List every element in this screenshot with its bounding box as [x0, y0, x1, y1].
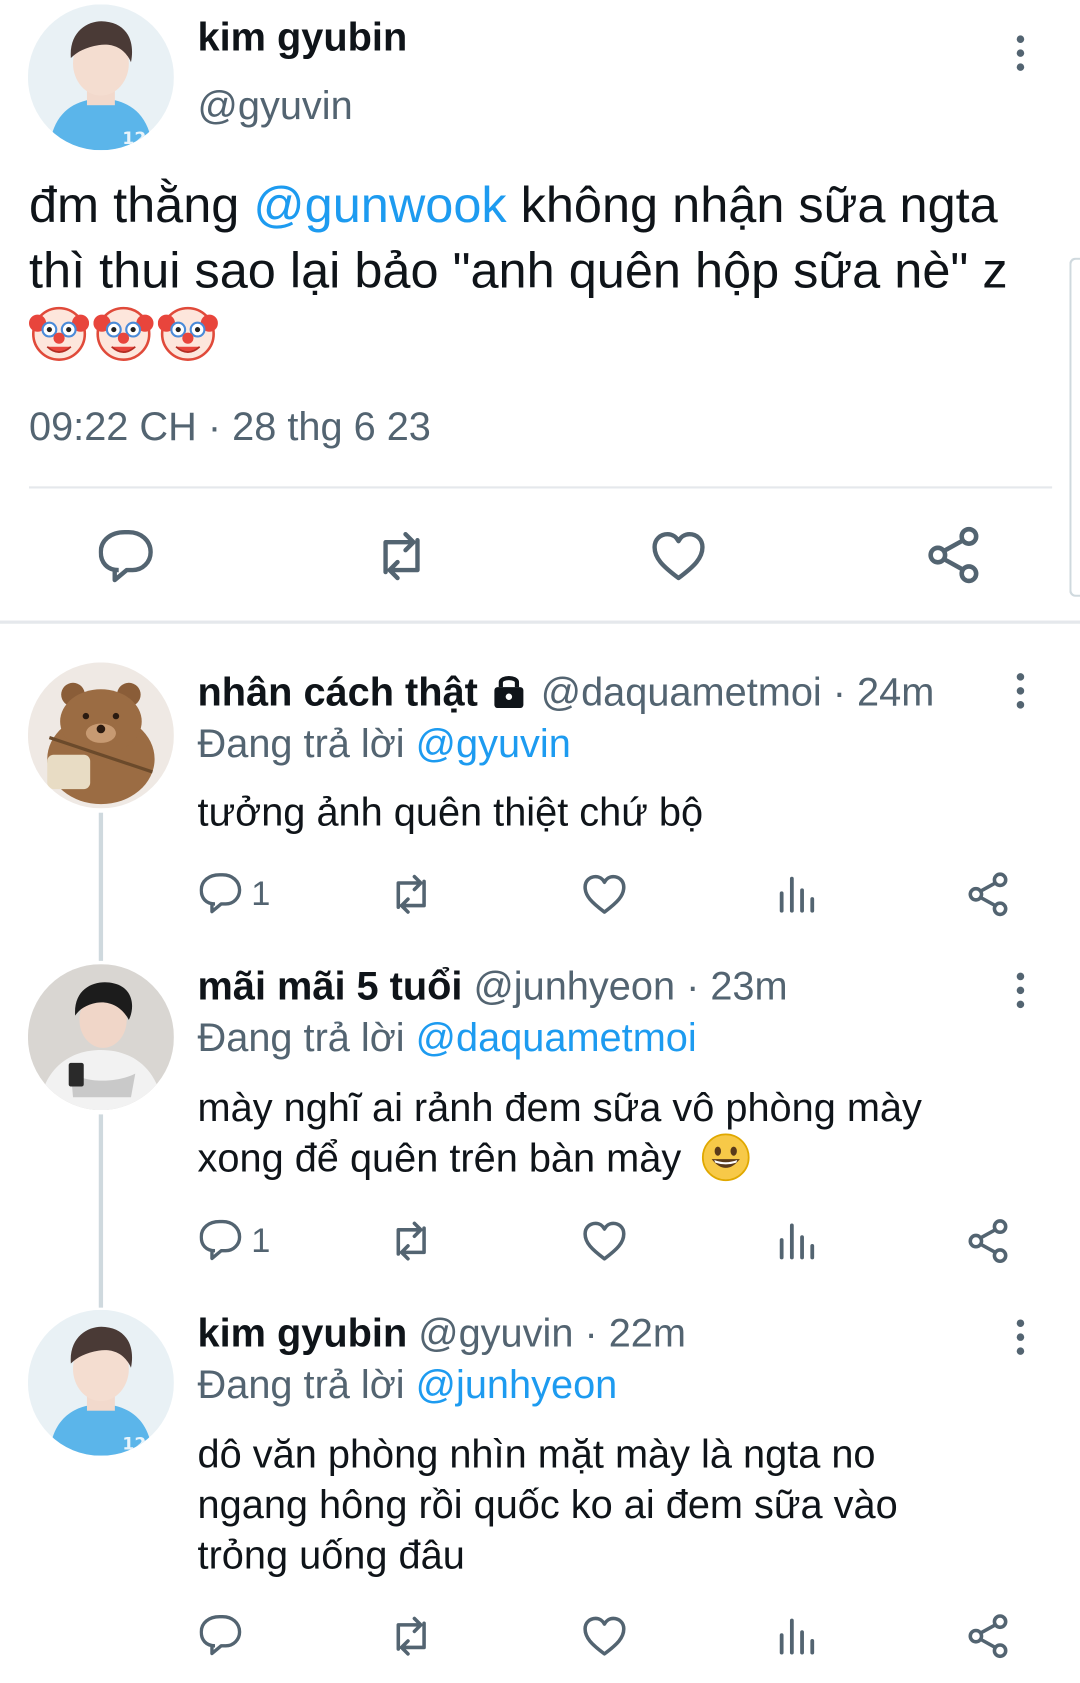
lock-icon — [494, 675, 524, 709]
avatar[interactable]: 12 — [27, 1309, 174, 1456]
retweet-icon[interactable] — [386, 1219, 435, 1264]
reply-text-line: xong để quên trên bàn mày — [198, 1133, 1014, 1183]
reply-icon[interactable] — [199, 1219, 243, 1262]
retweet-icon[interactable] — [371, 528, 431, 584]
reply-text-line: dô văn phòng nhìn mặt mày là ngta no — [197, 1432, 876, 1477]
svg-text:12: 12 — [122, 1434, 146, 1454]
svg-text:12: 12 — [122, 129, 146, 149]
reply-text-line: mày nghĩ ai rảnh đem sữa vô phòng mày — [197, 1085, 922, 1130]
mention-link[interactable]: @gyuvin — [416, 721, 571, 765]
like-icon[interactable] — [582, 872, 627, 917]
display-name[interactable]: nhân cách thật — [198, 670, 478, 714]
share-icon[interactable] — [966, 1614, 1011, 1659]
handle[interactable]: @gyuvin — [198, 84, 353, 129]
reply-header: mãi mãi 5 tuổi @junhyeon · 23m — [198, 964, 788, 1009]
display-name[interactable]: kim gyubin — [198, 15, 408, 60]
views-icon[interactable] — [777, 1219, 818, 1262]
more-icon[interactable] — [1015, 673, 1026, 715]
retweet-icon[interactable] — [386, 872, 435, 917]
reply-header: kim gyubin @gyuvin · 22m — [198, 1311, 686, 1356]
avatar[interactable]: 12 — [27, 4, 174, 151]
replying-label: Đang trả lời — [197, 1362, 416, 1407]
scrollbar[interactable] — [1069, 257, 1080, 597]
more-icon[interactable] — [1015, 1319, 1026, 1361]
reply-text: mày nghĩ ai rảnh đem sữa vô phòng mày xo… — [198, 1082, 1014, 1183]
clown-face-icon — [28, 306, 90, 361]
replying-to: Đang trả lời @junhyeon — [198, 1362, 618, 1407]
reply-icon[interactable] — [199, 1614, 243, 1657]
handle-time[interactable]: @daquametmoi · 24m — [541, 670, 935, 714]
share-icon[interactable] — [925, 526, 983, 584]
display-name[interactable]: kim gyubin — [198, 1311, 408, 1355]
reply-count: 1 — [251, 1220, 271, 1260]
share-icon[interactable] — [966, 872, 1011, 917]
views-icon[interactable] — [777, 872, 818, 915]
more-icon[interactable] — [1015, 972, 1026, 1015]
tweet-text: đm thằng @gunwook không nhận sữa ngta th… — [28, 172, 1038, 368]
mention-link[interactable]: @junhyeon — [416, 1362, 618, 1406]
handle-time[interactable]: @junhyeon · 23m — [473, 964, 787, 1008]
clown-face-icon — [157, 306, 218, 361]
tweet-thread: 12 kim gyubin @gyuvin đm thằng @gunwook … — [0, 0, 1080, 1683]
clown-face-icon — [93, 306, 154, 361]
like-icon[interactable] — [582, 1219, 627, 1264]
grinning-face-icon — [701, 1133, 750, 1182]
reply-text: dô văn phòng nhìn mặt mày là ngta no nga… — [198, 1429, 1014, 1580]
replying-to: Đang trả lời @gyuvin — [198, 721, 571, 766]
reply-text-line: trỏng uống đâu — [197, 1533, 465, 1578]
reply-icon[interactable] — [99, 528, 155, 584]
views-icon[interactable] — [777, 1614, 818, 1657]
replying-to: Đang trả lời @daquametmoi — [198, 1016, 697, 1061]
reply-text-part: xong để quên trên bàn mày — [197, 1135, 682, 1180]
reply-icon[interactable] — [199, 872, 243, 915]
mention-link[interactable]: @daquametmoi — [416, 1016, 697, 1060]
divider — [28, 486, 1053, 489]
like-icon[interactable] — [582, 1614, 627, 1659]
like-icon[interactable] — [651, 528, 707, 584]
avatar[interactable] — [27, 964, 174, 1111]
timestamp[interactable]: 09:22 CH · 28 thg 6 23 — [29, 405, 431, 450]
thread-line — [98, 812, 104, 961]
display-name[interactable]: mãi mãi 5 tuổi — [198, 964, 463, 1008]
tweet-text-part: đm thằng — [28, 176, 254, 233]
reply-count: 1 — [251, 873, 271, 913]
replying-label: Đang trả lời — [197, 1015, 416, 1060]
more-icon[interactable] — [1015, 35, 1026, 77]
reply-text: tưởng ảnh quên thiệt chứ bộ — [197, 790, 704, 835]
replying-label: Đang trả lời — [197, 721, 416, 766]
mention-link[interactable]: @gunwook — [253, 176, 506, 233]
avatar[interactable] — [27, 662, 174, 809]
reply-text-line: ngang hông rồi quốc ko ai đem sữa vào — [197, 1482, 898, 1527]
section-divider — [0, 620, 1080, 624]
thread-line — [98, 1114, 104, 1308]
share-icon[interactable] — [966, 1219, 1011, 1264]
reply-header: nhân cách thật @daquametmoi · 24m — [198, 670, 935, 715]
retweet-icon[interactable] — [386, 1614, 435, 1659]
handle-time[interactable]: @gyuvin · 22m — [418, 1311, 686, 1355]
